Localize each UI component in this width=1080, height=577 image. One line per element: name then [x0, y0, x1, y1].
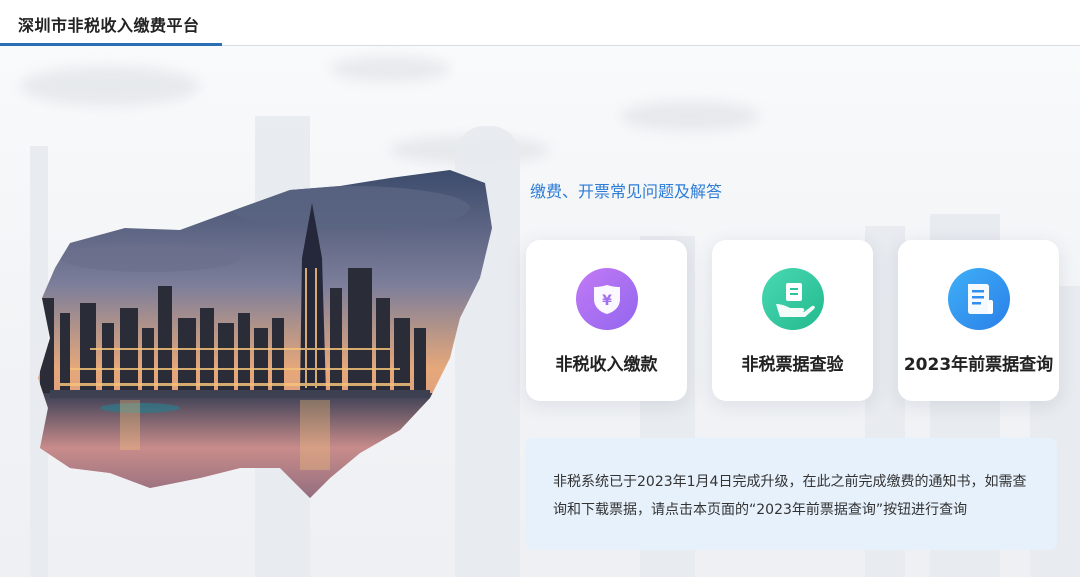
- top-header: 深圳市非税收入缴费平台: [0, 0, 1080, 46]
- card-pre2023-receipt-query[interactable]: 2023年前票据查询: [898, 240, 1059, 401]
- faq-link[interactable]: 缴费、开票常见问题及解答: [530, 178, 722, 202]
- shenzhen-city-image: [38, 170, 492, 498]
- card-label: 非税票据查验: [741, 355, 844, 375]
- card-receipt-verify[interactable]: 非税票据查验: [712, 240, 873, 401]
- svg-text:¥: ¥: [602, 293, 612, 309]
- card-nontax-payment[interactable]: ¥ 非税收入缴款: [526, 240, 687, 401]
- hand-receipt-icon: [761, 268, 824, 330]
- upgrade-notice: 非税系统已于2023年1月4日完成升级，在此之前完成缴费的通知书，如需查询和下载…: [525, 438, 1057, 550]
- card-label: 非税收入缴款: [555, 355, 658, 375]
- yuan-shield-icon: ¥: [575, 268, 638, 330]
- notice-text: 非税系统已于2023年1月4日完成升级，在此之前完成缴费的通知书，如需查询和下载…: [553, 474, 1027, 518]
- page-title: 深圳市非税收入缴费平台: [18, 16, 200, 35]
- card-label: 2023年前票据查询: [903, 355, 1054, 375]
- document-search-icon: [947, 268, 1010, 330]
